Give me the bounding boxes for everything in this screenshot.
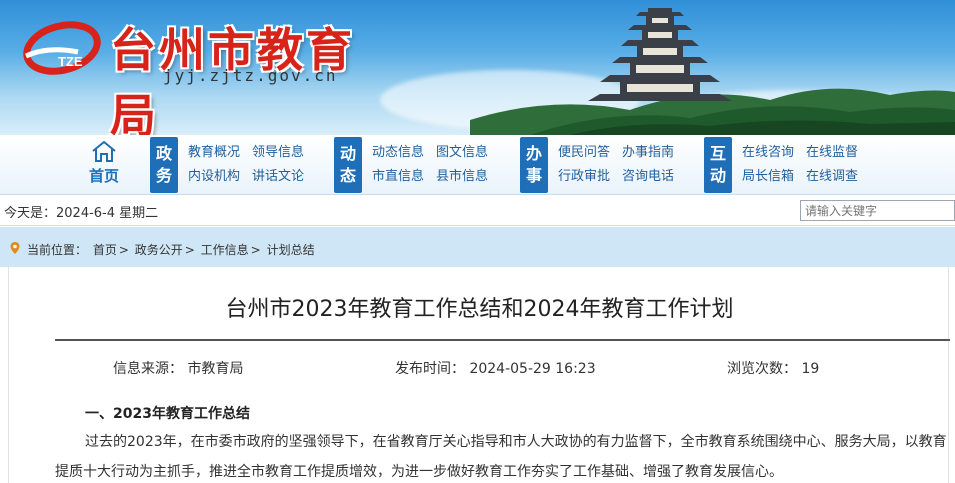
nav-link[interactable]: 行政审批	[558, 165, 622, 189]
breadcrumb-item-home[interactable]: 首页	[93, 243, 117, 257]
location-pin-icon	[10, 242, 20, 254]
nav-link[interactable]: 咨询电话	[622, 165, 686, 189]
site-logo[interactable]: TZE 台州市教育局 jyj.zjtz.gov.cn	[18, 6, 388, 135]
article-container: 台州市2023年教育工作总结和2024年教育工作计划 信息来源： 市教育局 发布…	[8, 267, 950, 483]
date-search-bar: 今天是：2024-6-4 星期二	[0, 196, 955, 226]
breadcrumb-bar: 当前位置： 首页 > 政务公开 > 工作信息 > 计划总结	[0, 227, 955, 267]
nav-home[interactable]: 首页	[78, 137, 130, 193]
meta-time-value: 2024-05-29 16:23	[469, 361, 596, 377]
breadcrumb-item-gongzuo[interactable]: 工作信息	[201, 243, 249, 257]
tag-char: 政	[155, 144, 172, 163]
nav-link[interactable]: 市直信息	[372, 165, 436, 189]
nav-link[interactable]: 讲话文论	[252, 165, 316, 189]
article-title: 台州市2023年教育工作总结和2024年教育工作计划	[225, 297, 734, 322]
meta-views-value: 19	[801, 361, 820, 377]
meta-source-label: 信息来源：	[113, 361, 183, 377]
pagoda-hill-illustration	[470, 8, 955, 135]
section-title: 一、2023年教育工作总结	[85, 406, 250, 422]
meta-views-label: 浏览次数：	[727, 361, 797, 377]
nav-group-tag: 互 动	[704, 137, 732, 193]
meta-time: 发布时间： 2024-05-29 16:23	[395, 358, 596, 378]
article-paragraph: 过去的2023年，在市委市政府的坚强领导下，在省教育厅关心指导和市人大政协的有力…	[55, 434, 947, 480]
home-icon	[92, 140, 116, 162]
nav-link[interactable]: 教育概况	[188, 141, 252, 165]
meta-source: 信息来源： 市教育局	[113, 358, 243, 378]
breadcrumb-separator: >	[250, 243, 261, 257]
breadcrumb-label: 当前位置：	[27, 243, 88, 257]
site-domain: jyj.zjtz.gov.cn	[163, 66, 338, 85]
nav-link[interactable]: 办事指南	[622, 141, 686, 165]
tze-logo-icon: TZE	[23, 21, 101, 75]
tag-char: 事	[525, 166, 542, 185]
meta-views: 浏览次数： 19	[727, 358, 819, 378]
nav-link[interactable]: 局长信箱	[742, 165, 806, 189]
nav-link[interactable]: 内设机构	[188, 165, 252, 189]
nav-link[interactable]: 县市信息	[436, 165, 500, 189]
breadcrumb: 当前位置： 首页 > 政务公开 > 工作信息 > 计划总结	[27, 241, 317, 258]
search-input[interactable]	[800, 200, 955, 221]
nav-group-tag: 动 态	[334, 137, 362, 193]
nav-link[interactable]: 在线调查	[806, 165, 870, 189]
tag-char: 务	[155, 166, 172, 185]
main-navigation: 首页 政 务 教育概况 领导信息 内设机构 讲话文论 动 态 动态信息 图文信息 市直…	[0, 135, 955, 195]
meta-time-label: 发布时间：	[395, 361, 465, 377]
nav-link[interactable]: 便民问答	[558, 141, 622, 165]
nav-link[interactable]: 图文信息	[436, 141, 500, 165]
tag-char: 办	[525, 144, 542, 163]
tag-char: 动	[709, 166, 726, 185]
breadcrumb-separator: >	[184, 243, 195, 257]
tag-char: 互	[709, 144, 726, 163]
today-date: 今天是：2024-6-4 星期二	[4, 206, 159, 221]
nav-link[interactable]: 领导信息	[252, 141, 316, 165]
breadcrumb-item-zhengwu[interactable]: 政务公开	[135, 243, 183, 257]
tag-char: 态	[339, 166, 356, 185]
nav-home-label: 首页	[88, 167, 119, 185]
title-divider	[55, 339, 950, 341]
nav-link[interactable]: 在线咨询	[742, 141, 806, 165]
breadcrumb-item-jihua[interactable]: 计划总结	[267, 243, 315, 257]
header-banner: TZE 台州市教育局 jyj.zjtz.gov.cn	[0, 0, 955, 135]
tag-char: 动	[339, 144, 356, 163]
nav-link[interactable]: 动态信息	[372, 141, 436, 165]
meta-source-value: 市教育局	[187, 361, 244, 377]
logo-text: TZE	[58, 54, 83, 69]
nav-link[interactable]: 在线监督	[806, 141, 870, 165]
nav-group-tag: 政 务	[150, 137, 178, 193]
breadcrumb-separator: >	[118, 243, 129, 257]
nav-group-tag: 办 事	[520, 137, 548, 193]
